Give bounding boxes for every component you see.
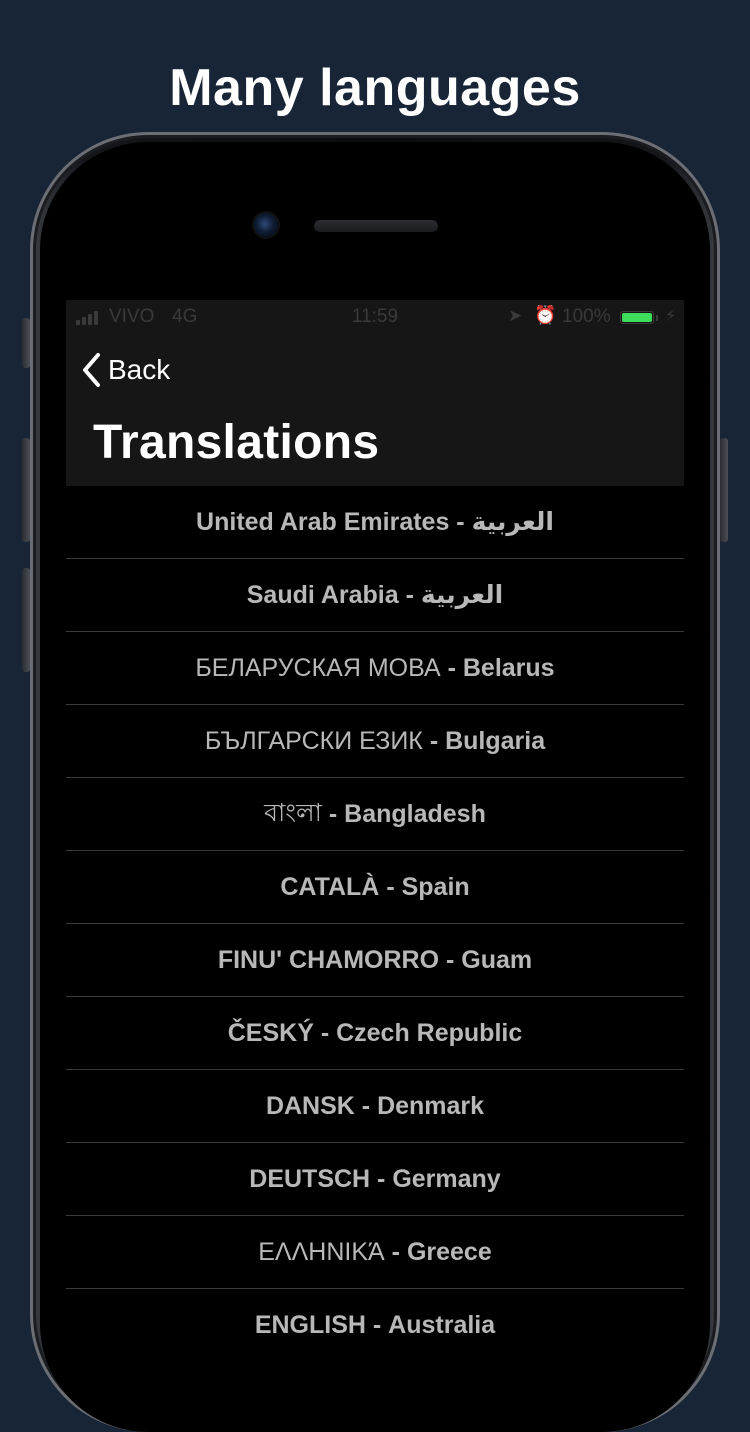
separator: - xyxy=(440,653,463,682)
list-item[interactable]: DANSK - Denmark xyxy=(66,1070,684,1143)
separator: - xyxy=(365,1310,389,1335)
volume-up-button xyxy=(22,438,30,542)
country-name: Australia xyxy=(388,1310,496,1335)
battery-percent: 100% xyxy=(562,306,611,327)
list-item[interactable]: ČESKÝ - Czech Republic xyxy=(66,997,684,1070)
charging-icon: ⚡ xyxy=(665,308,677,325)
battery-icon xyxy=(620,311,654,324)
promo-headline: Many languages xyxy=(169,59,581,117)
language-name: БЕЛАРУСКАЯ МОВА xyxy=(195,653,441,682)
list-item[interactable]: ΕΛΛΗΝΙΚΆ - Greece xyxy=(66,1216,684,1289)
list-item[interactable]: БЕЛАРУСКАЯ МОВА - Belarus xyxy=(66,632,684,705)
chevron-left-icon xyxy=(83,353,100,387)
separator: - xyxy=(398,580,421,609)
country-name: Bulgaria xyxy=(445,726,546,755)
language-name: ΕΛΛΗΝΙΚΆ xyxy=(258,1237,385,1266)
navigation-bar: VIVO 4G 11:59 ➤ ⏰ 100% ⚡ Back Translatio… xyxy=(66,300,684,486)
language-name: বাংলা xyxy=(264,798,322,827)
separator: - xyxy=(321,799,345,828)
list-item[interactable]: ENGLISH - Australia xyxy=(66,1289,684,1335)
list-item[interactable]: FINU' CHAMORRO - Guam xyxy=(66,924,684,997)
language-name: ENGLISH xyxy=(254,1310,366,1335)
country-name: Spain xyxy=(401,872,470,901)
country-name: Czech Republic xyxy=(336,1018,523,1047)
volume-down-button xyxy=(22,568,30,672)
earpiece-speaker xyxy=(314,220,438,232)
separator: - xyxy=(313,1018,337,1047)
list-item[interactable]: বাংলা - Bangladesh xyxy=(66,778,684,851)
battery-fill xyxy=(622,313,652,322)
separator: - xyxy=(354,1091,378,1120)
list-item[interactable]: БЪЛГАРСКИ ЕЗИК - Bulgaria xyxy=(66,705,684,778)
country-name: العربية xyxy=(471,508,554,536)
country-name: Bangladesh xyxy=(344,799,486,828)
language-name: ČESKÝ xyxy=(227,1018,314,1047)
language-name: БЪЛГАРСКИ ЕЗИК xyxy=(204,726,423,755)
list-item[interactable]: CATALÀ - Spain xyxy=(66,851,684,924)
language-name: United Arab Emirates xyxy=(196,507,450,536)
back-button[interactable]: Back xyxy=(78,350,170,390)
mute-switch xyxy=(22,318,30,368)
country-name: Guam xyxy=(461,945,533,974)
language-name: FINU' CHAMORRO xyxy=(217,945,440,974)
translations-list: United Arab Emirates - العربية Saudi Arab… xyxy=(66,486,684,1334)
page-title: Translations xyxy=(93,416,380,469)
separator: - xyxy=(384,1237,407,1266)
list-item[interactable]: Saudi Arabia - العربية xyxy=(66,559,684,632)
phone-screen: VIVO 4G 11:59 ➤ ⏰ 100% ⚡ Back Translatio… xyxy=(66,300,684,1334)
country-name: Germany xyxy=(392,1164,501,1193)
country-name: Belarus xyxy=(462,653,555,682)
language-name: DANSK xyxy=(265,1091,355,1120)
list-item[interactable]: United Arab Emirates - العربية xyxy=(66,486,684,559)
location-icon: ➤ xyxy=(508,306,523,325)
alarm-icon: ⏰ xyxy=(534,305,557,325)
battery-nub xyxy=(656,315,658,321)
front-camera xyxy=(254,213,278,237)
separator: - xyxy=(379,872,402,901)
country-name: Greece xyxy=(406,1237,492,1266)
list-item[interactable]: DEUTSCH - Germany xyxy=(66,1143,684,1216)
country-name: العربية xyxy=(420,581,504,609)
separator: - xyxy=(439,945,462,974)
language-name: Saudi Arabia xyxy=(246,580,399,609)
back-label: Back xyxy=(108,354,171,385)
country-name: Denmark xyxy=(377,1091,485,1120)
separator: - xyxy=(370,1164,393,1193)
language-name: CATALÀ xyxy=(280,872,380,901)
separator: - xyxy=(449,507,472,536)
language-name: DEUTSCH xyxy=(249,1164,371,1193)
power-button xyxy=(720,438,728,542)
separator: - xyxy=(422,726,446,755)
status-bar: VIVO 4G 11:59 ➤ ⏰ 100% ⚡ xyxy=(66,300,684,334)
